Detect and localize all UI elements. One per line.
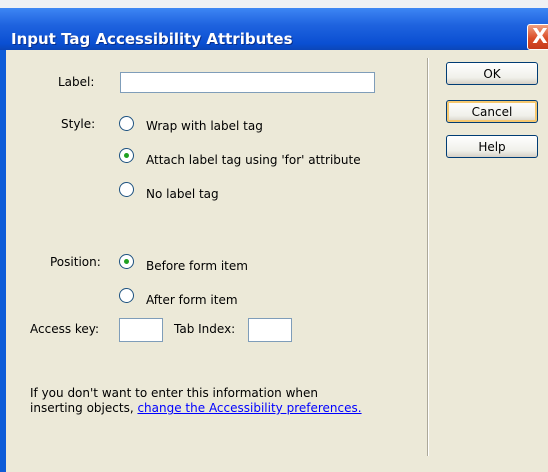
radio-wrap-label-text[interactable]: Wrap with label tag — [146, 119, 263, 133]
radio-attach-for[interactable] — [119, 148, 134, 163]
radio-after-item-text[interactable]: After form item — [146, 293, 238, 307]
accessibility-preferences-link[interactable]: change the Accessibility preferences. — [137, 401, 361, 415]
radio-before-item-text[interactable]: Before form item — [146, 259, 248, 273]
access-key-input[interactable] — [119, 318, 163, 342]
vertical-separator — [427, 58, 429, 456]
ok-button[interactable]: OK — [446, 62, 538, 85]
background-window-strip — [0, 0, 548, 8]
dialog-body: Label: Style: Wrap with label tag Attach… — [6, 50, 548, 472]
footer-line-2-prefix: inserting objects, — [30, 401, 138, 415]
radio-no-label[interactable] — [119, 182, 134, 197]
help-button[interactable]: Help — [446, 135, 538, 158]
footer-note: If you don't want to enter this informat… — [30, 386, 362, 416]
footer-line-1: If you don't want to enter this informat… — [30, 386, 318, 400]
label-caption: Label: — [58, 75, 95, 89]
footer-line-2: inserting objects, change the Accessibil… — [30, 401, 362, 416]
radio-attach-for-text[interactable]: Attach label tag using 'for' attribute — [146, 153, 361, 167]
dialog-title: Input Tag Accessibility Attributes — [11, 30, 293, 48]
tab-index-caption: Tab Index: — [174, 322, 236, 336]
title-bar[interactable]: Input Tag Accessibility Attributes X — [0, 8, 548, 50]
radio-before-item[interactable] — [119, 254, 134, 269]
cancel-button[interactable]: Cancel — [446, 100, 538, 123]
radio-no-label-text[interactable]: No label tag — [146, 187, 219, 201]
radio-after-item[interactable] — [119, 288, 134, 303]
close-button[interactable]: X — [527, 24, 548, 50]
style-caption: Style: — [61, 117, 96, 131]
tab-index-input[interactable] — [248, 318, 292, 342]
dialog-window: Input Tag Accessibility Attributes X Lab… — [0, 0, 548, 472]
radio-wrap-label[interactable] — [119, 116, 134, 131]
close-icon: X — [532, 24, 548, 48]
position-caption: Position: — [50, 255, 101, 269]
label-input[interactable] — [120, 72, 375, 93]
access-key-caption: Access key: — [30, 322, 100, 336]
